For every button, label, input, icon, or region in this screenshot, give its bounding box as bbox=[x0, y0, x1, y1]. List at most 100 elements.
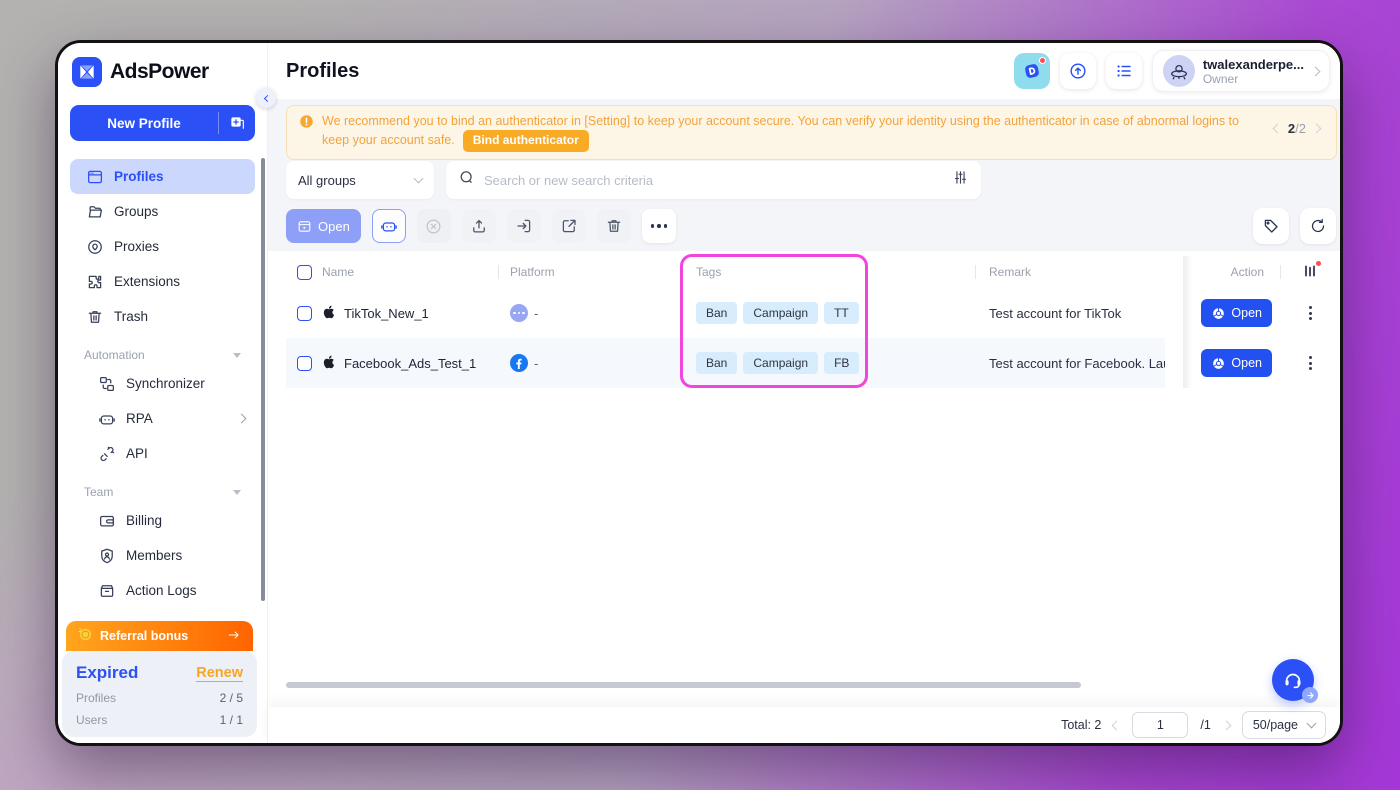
section-automation[interactable]: Automation bbox=[70, 334, 255, 366]
apple-icon bbox=[322, 305, 336, 322]
user-account-chip[interactable]: twalexanderpe... Owner bbox=[1152, 50, 1330, 92]
search-input[interactable] bbox=[484, 173, 943, 188]
sidebar-item-label: Proxies bbox=[114, 239, 159, 254]
platform-value: - bbox=[534, 356, 538, 371]
brand: AdsPower bbox=[58, 43, 267, 87]
sidebar-item-label: Synchronizer bbox=[126, 376, 205, 391]
bind-authenticator-button[interactable]: Bind authenticator bbox=[463, 130, 589, 152]
more-actions-button[interactable] bbox=[642, 209, 676, 243]
row-checkbox[interactable] bbox=[297, 356, 312, 371]
sidebar-item-label: Trash bbox=[114, 309, 148, 324]
open-window-icon bbox=[297, 219, 312, 234]
sidebar-item-proxies[interactable]: Proxies bbox=[70, 229, 255, 264]
sidebar-item-billing[interactable]: Billing bbox=[70, 503, 255, 538]
page-title: Profiles bbox=[286, 60, 359, 83]
tag-pill[interactable]: Campaign bbox=[743, 302, 818, 324]
total-count: Total: 2 bbox=[1061, 718, 1101, 732]
group-filter-select[interactable]: All groups bbox=[286, 161, 434, 199]
task-list-button[interactable] bbox=[1106, 53, 1142, 89]
usage-profiles: Profiles 2 / 5 bbox=[76, 691, 243, 705]
coin-icon bbox=[78, 627, 93, 645]
sidebar-collapse-button[interactable] bbox=[256, 88, 276, 108]
tag-pill[interactable]: Ban bbox=[696, 302, 737, 324]
table-header: Name Platform Tags Remark Action bbox=[286, 256, 1340, 288]
sidebar-item-rpa[interactable]: RPA bbox=[70, 401, 255, 436]
group-filter-value: All groups bbox=[298, 173, 356, 188]
row-menu-button[interactable] bbox=[1305, 302, 1316, 324]
manage-tags-button[interactable] bbox=[1253, 208, 1289, 244]
page-number-input[interactable] bbox=[1132, 712, 1188, 738]
refresh-button[interactable] bbox=[1300, 208, 1336, 244]
new-profile-label[interactable]: New Profile bbox=[70, 105, 218, 141]
column-header-remark: Remark bbox=[975, 256, 1165, 288]
select-all-checkbox[interactable] bbox=[297, 265, 312, 280]
refresh-icon bbox=[1309, 217, 1327, 235]
banner-prev-icon[interactable] bbox=[1272, 124, 1282, 134]
tag-pill[interactable]: Campaign bbox=[743, 352, 818, 374]
sidebar-item-action-logs[interactable]: Action Logs bbox=[70, 573, 255, 608]
tag-pill[interactable]: TT bbox=[824, 302, 859, 324]
import-button[interactable] bbox=[507, 209, 541, 243]
export-upload-button[interactable] bbox=[462, 209, 496, 243]
plug-icon bbox=[98, 445, 116, 463]
bulk-open-button[interactable]: Open bbox=[286, 209, 361, 243]
section-label: Automation bbox=[84, 348, 145, 362]
sidebar-item-members[interactable]: Members bbox=[70, 538, 255, 573]
platform-value: - bbox=[534, 306, 538, 321]
rpa-robot-button[interactable] bbox=[372, 209, 406, 243]
user-role: Owner bbox=[1203, 72, 1304, 86]
renew-link[interactable]: Renew bbox=[196, 665, 243, 682]
section-label: Team bbox=[84, 485, 113, 499]
plan-status: Expired bbox=[76, 663, 138, 683]
banner-next-icon[interactable] bbox=[1312, 124, 1322, 134]
sidebar-item-profiles[interactable]: Profiles bbox=[70, 159, 255, 194]
row-checkbox[interactable] bbox=[297, 306, 312, 321]
sidebar-scrollbar[interactable] bbox=[261, 158, 265, 601]
sidebar-item-synchronizer[interactable]: Synchronizer bbox=[70, 366, 255, 401]
page-size-select[interactable]: 50/page bbox=[1242, 711, 1326, 739]
sidebar-item-trash[interactable]: Trash bbox=[70, 299, 255, 334]
row-menu-button[interactable] bbox=[1305, 352, 1316, 374]
sidebar-item-label: Profiles bbox=[114, 169, 164, 184]
tag-pill[interactable]: Ban bbox=[696, 352, 737, 374]
toolbar: Open bbox=[286, 207, 1336, 245]
sidebar-item-api[interactable]: API bbox=[70, 436, 255, 471]
sidebar-item-extensions[interactable]: Extensions bbox=[70, 264, 255, 299]
add-profile-icon[interactable] bbox=[219, 105, 255, 141]
new-profile-button[interactable]: New Profile bbox=[70, 105, 255, 141]
open-profile-button[interactable]: Open bbox=[1201, 299, 1272, 327]
table-row[interactable]: Facebook_Ads_Test_1 - Ban Campaign FB Te… bbox=[286, 338, 1340, 388]
banner-pagination: 2/2 bbox=[1274, 113, 1326, 136]
advanced-filter-icon[interactable] bbox=[952, 169, 969, 191]
column-settings-button[interactable] bbox=[1302, 263, 1318, 282]
horizontal-scrollbar[interactable] bbox=[286, 682, 1081, 688]
next-page-icon[interactable] bbox=[1221, 720, 1231, 730]
puzzle-icon bbox=[86, 273, 104, 291]
sidebar-item-label: Action Logs bbox=[126, 583, 197, 598]
support-button[interactable] bbox=[1272, 659, 1314, 701]
sidebar-item-groups[interactable]: Groups bbox=[70, 194, 255, 229]
prev-page-icon[interactable] bbox=[1112, 720, 1122, 730]
chevron-right-icon bbox=[1311, 66, 1321, 76]
table-row[interactable]: TikTok_New_1 - Ban Campaign TT Test acco… bbox=[286, 288, 1340, 338]
share-button[interactable] bbox=[552, 209, 586, 243]
section-team[interactable]: Team bbox=[70, 471, 255, 503]
sidebar-item-label: Billing bbox=[126, 513, 162, 528]
open-profile-button[interactable]: Open bbox=[1201, 349, 1272, 377]
delete-button[interactable] bbox=[597, 209, 631, 243]
referral-bonus-banner[interactable]: Referral bonus bbox=[66, 621, 253, 651]
notification-dot bbox=[1039, 57, 1046, 64]
tag-pill[interactable]: FB bbox=[824, 352, 859, 374]
wallet-icon bbox=[98, 512, 116, 530]
app-marketplace-button[interactable] bbox=[1014, 53, 1050, 89]
archive-icon bbox=[98, 582, 116, 600]
pagination-footer: Total: 2 /1 50/page bbox=[268, 707, 1340, 743]
circle-x-icon bbox=[424, 217, 443, 236]
sync-button[interactable] bbox=[1060, 53, 1096, 89]
search-box[interactable] bbox=[446, 161, 981, 199]
close-profiles-button[interactable] bbox=[417, 209, 451, 243]
browser-icon bbox=[1211, 306, 1226, 321]
profile-name: TikTok_New_1 bbox=[344, 306, 429, 321]
browser-window-icon bbox=[86, 168, 104, 186]
desktop-background: AdsPower New Profile Profiles Groups bbox=[0, 0, 1400, 790]
